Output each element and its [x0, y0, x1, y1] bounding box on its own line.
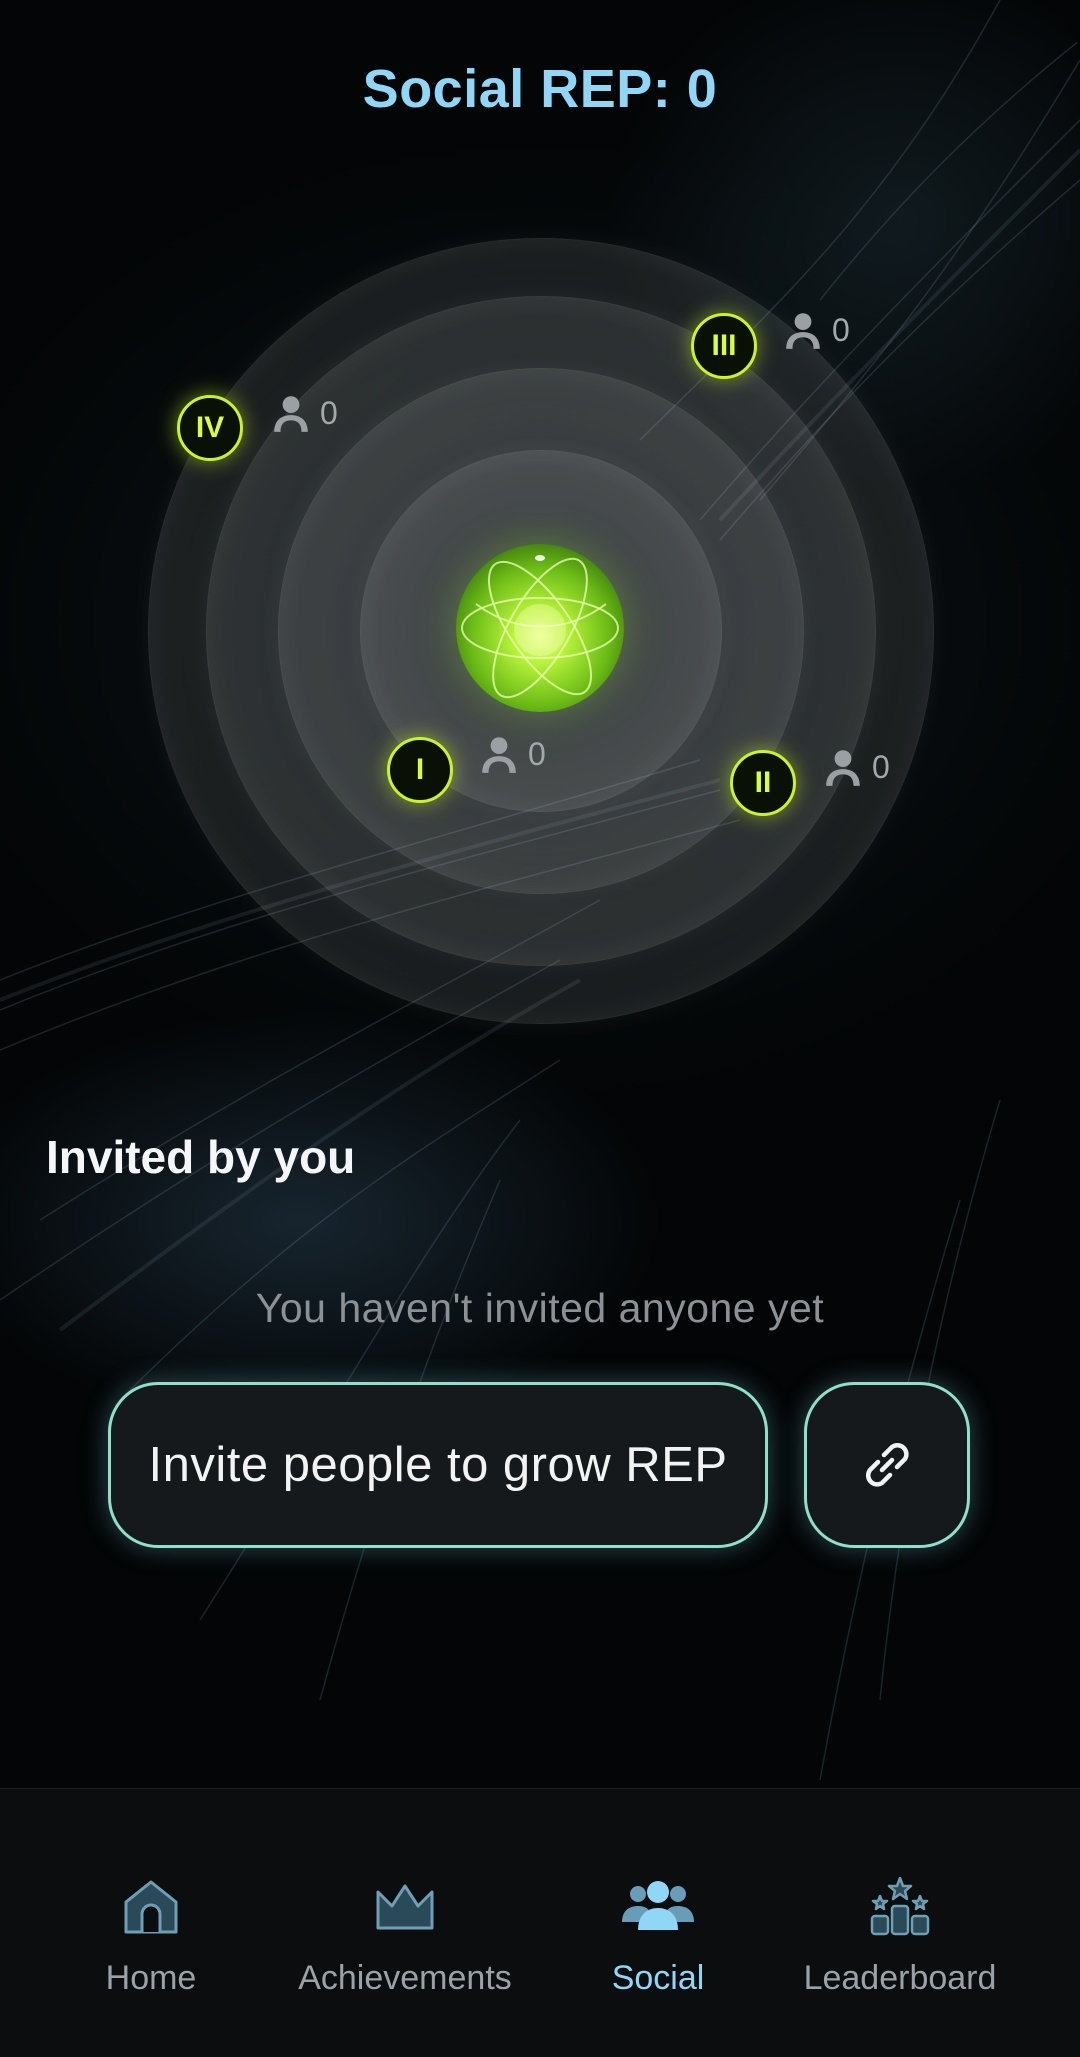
level-count-ii: 0: [822, 746, 890, 788]
person-icon: [786, 313, 820, 349]
level-count-value: 0: [320, 394, 338, 431]
people-icon: [622, 1881, 694, 1930]
rep-sphere: [456, 544, 624, 712]
level-badge-i[interactable]: I: [387, 737, 453, 803]
copy-link-button[interactable]: [804, 1382, 970, 1548]
level-badge-iv[interactable]: IV: [177, 395, 243, 461]
level-badge-ii[interactable]: II: [730, 750, 796, 816]
person-icon: [482, 737, 516, 773]
crown-icon: [376, 1884, 434, 1930]
invite-people-button[interactable]: Invite people to grow REP: [108, 1382, 768, 1548]
bottom-navigation: Home Achievements Social Leaderboard: [0, 1788, 1080, 2057]
nav-label-achievements: Achievements: [298, 1959, 512, 1997]
level-count-value: 0: [872, 748, 890, 785]
nav-item-social[interactable]: Social: [528, 1871, 788, 1998]
nav-item-achievements[interactable]: Achievements: [275, 1871, 535, 1998]
person-icon: [826, 750, 860, 786]
home-icon: [124, 1880, 178, 1934]
empty-invites-message: You haven't invited anyone yet: [255, 1285, 825, 1331]
level-count-iv: 0: [270, 392, 338, 434]
nav-label-home: Home: [105, 1959, 197, 1997]
person-icon: [274, 396, 308, 432]
level-badge-iii[interactable]: III: [691, 313, 757, 379]
nav-label-social: Social: [611, 1959, 705, 1997]
level-count-iii: 0: [782, 309, 850, 351]
level-count-i: 0: [478, 733, 546, 775]
link-icon: [866, 1443, 909, 1487]
nav-item-leaderboard[interactable]: Leaderboard: [770, 1871, 1030, 1998]
level-count-value: 0: [528, 735, 546, 772]
podium-icon: [870, 1876, 930, 1936]
invited-section-title: Invited by you: [46, 1131, 356, 1183]
social-rep-title: Social REP: 0: [362, 59, 718, 119]
nav-label-leaderboard: Leaderboard: [803, 1959, 997, 1997]
level-count-value: 0: [832, 311, 850, 348]
nav-item-home[interactable]: Home: [21, 1871, 281, 1998]
